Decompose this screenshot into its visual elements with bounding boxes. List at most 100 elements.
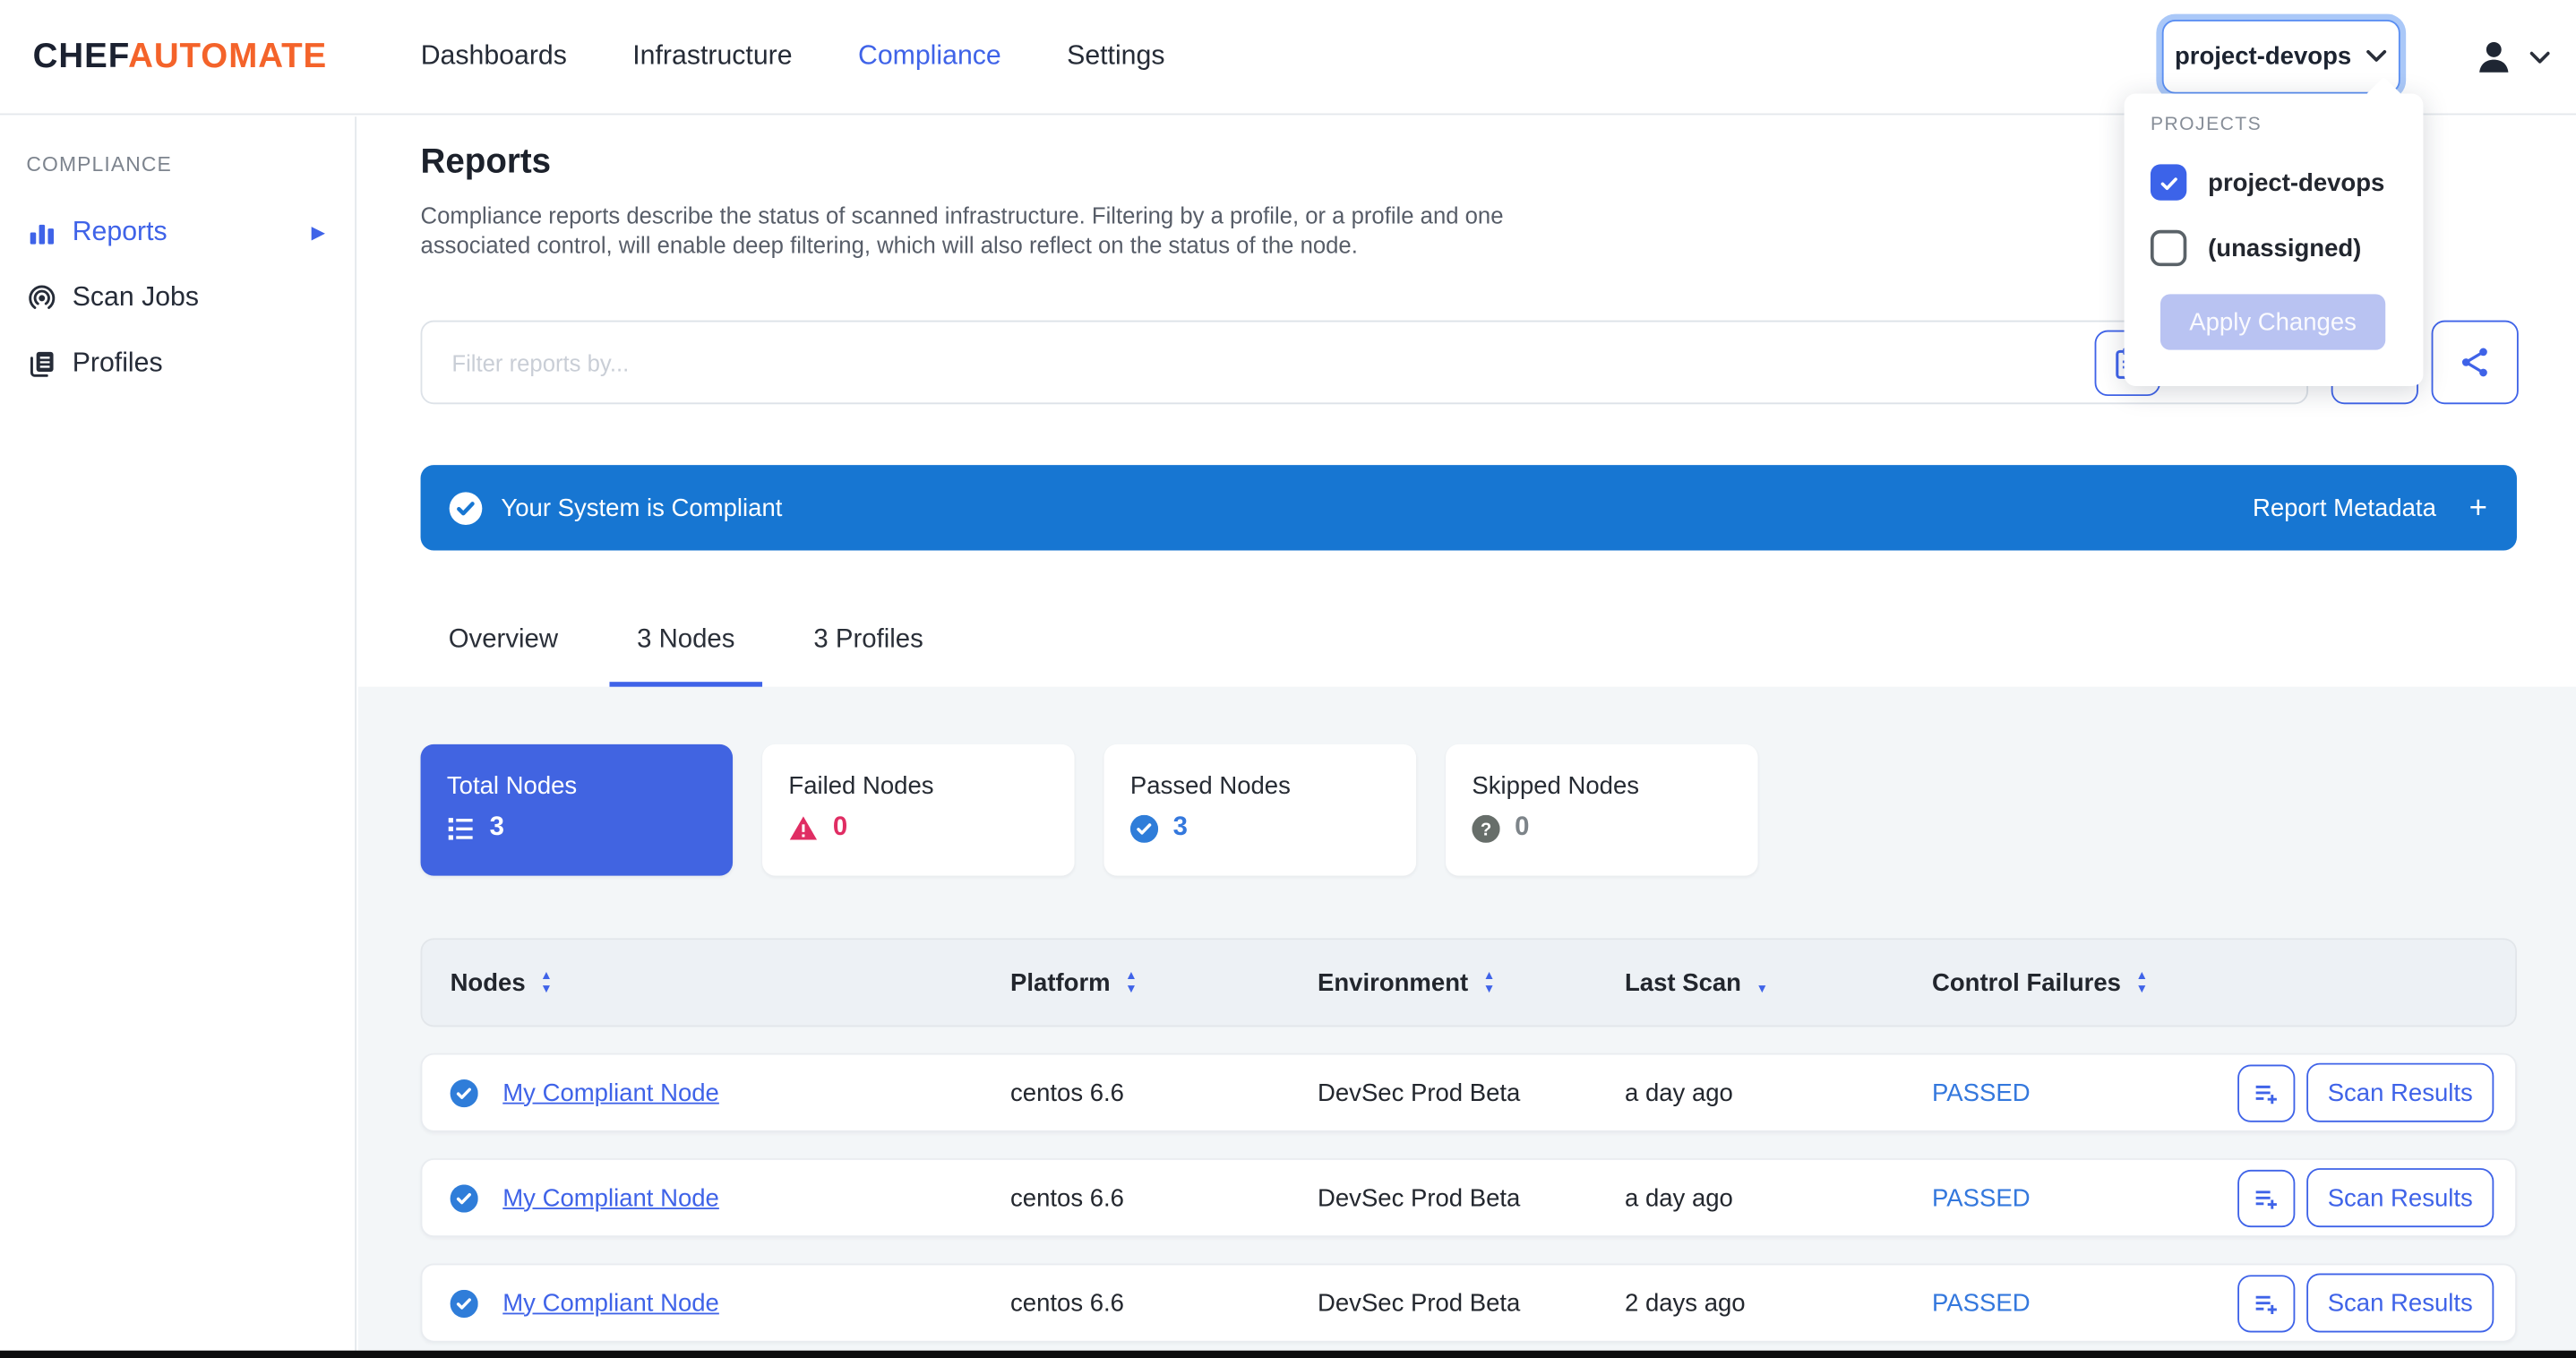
scan-results-button[interactable]: Scan Results [2306,1273,2494,1332]
filter-reports-input[interactable] [421,321,2308,405]
node-link[interactable]: My Compliant Node [502,1289,719,1317]
banner-message: Your System is Compliant [501,494,782,521]
apply-changes-button[interactable]: Apply Changes [2160,294,2385,349]
sidebar-item-profiles[interactable]: Profiles [0,331,355,396]
last-scan-cell: 2 days ago [1625,1289,1932,1317]
report-metadata-label: Report Metadata [2253,494,2436,521]
table-row: My Compliant Node centos 6.6 DevSec Prod… [421,1053,2517,1132]
radar-icon [26,282,57,314]
nav-dashboards[interactable]: Dashboards [421,41,567,73]
node-stat-cards: Total Nodes 3 Failed Nodes 0 [421,744,2514,876]
nav-compliance[interactable]: Compliance [858,41,1001,73]
tab-overview[interactable]: Overview [421,626,587,687]
projects-dropdown-panel: PROJECTS project-devops (unassigned) App… [2125,94,2424,386]
table-row: My Compliant Node centos 6.6 DevSec Prod… [421,1263,2517,1342]
card-title: Skipped Nodes [1472,772,1731,800]
chevron-down-icon [2530,50,2550,64]
checkbox-checked-icon[interactable] [2151,164,2186,200]
playlist-add-icon [2251,1077,2282,1108]
question-circle-icon: ? [1472,814,1499,842]
project-selector-button[interactable]: project-devops [2162,20,2400,94]
sidebar-item-scan-jobs[interactable]: Scan Jobs [0,264,355,330]
sort-icon[interactable]: ▲▼ [2135,970,2148,995]
tab-profiles[interactable]: 3 Profiles [786,626,951,687]
logo-chef: CHEF [33,37,128,74]
report-metadata-toggle[interactable]: Report Metadata + [2253,492,2487,523]
project-option-label: project-devops [2208,168,2384,196]
documents-icon [26,348,57,379]
scan-results-button[interactable]: Scan Results [2306,1168,2494,1227]
failed-nodes-card[interactable]: Failed Nodes 0 [762,744,1074,876]
card-value: 0 [1515,813,1529,843]
page-description: Compliance reports describe the status o… [421,202,1555,260]
sidebar-item-label: Profiles [73,348,163,379]
sidebar-section-heading: COMPLIANCE [0,153,355,176]
nodes-table-header: Nodes ▲▼ Platform ▲▼ Environment ▲▼ Last… [421,938,2517,1027]
sort-icon[interactable]: ▲▼ [1125,970,1138,995]
playlist-add-icon [2251,1287,2282,1319]
column-header-last-scan[interactable]: Last Scan ▼ [1625,968,1932,996]
check-circle-icon [449,491,484,526]
list-icon [447,816,475,841]
sidebar-item-reports[interactable]: Reports ▶ [0,199,355,264]
expand-arrow-icon[interactable]: ▶ [312,221,326,243]
passed-nodes-card[interactable]: Passed Nodes 3 [1104,744,1416,876]
logo-automate: AUTOMATE [128,37,327,74]
report-tabs: Overview 3 Nodes 3 Profiles [421,626,2514,687]
chef-automate-logo[interactable]: CHEFAUTOMATE [33,37,327,76]
last-scan-cell: a day ago [1625,1184,1932,1212]
check-circle-icon [451,1184,478,1212]
add-filter-button[interactable] [2237,1169,2295,1226]
sort-icon[interactable]: ▲▼ [1483,970,1496,995]
node-link[interactable]: My Compliant Node [502,1184,719,1212]
project-option-devops[interactable]: project-devops [2151,164,2400,200]
scan-results-button[interactable]: Scan Results [2306,1063,2494,1122]
playlist-add-icon [2251,1182,2282,1214]
bar-chart-icon [26,216,57,247]
control-failures-status: PASSED [1932,1289,2237,1317]
card-value: 3 [490,813,504,843]
tab-nodes[interactable]: 3 Nodes [609,626,763,687]
control-failures-status: PASSED [1932,1079,2237,1106]
project-selector-label: project-devops [2175,43,2351,71]
compliance-sidebar: COMPLIANCE Reports ▶ Scan Jobs Profiles [0,116,356,1358]
user-avatar-icon [2474,37,2513,76]
platform-cell: centos 6.6 [1010,1184,1318,1212]
environment-cell: DevSec Prod Beta [1318,1289,1625,1317]
nodes-table: Nodes ▲▼ Platform ▲▼ Environment ▲▼ Last… [421,938,2517,1342]
share-icon [2458,345,2493,380]
nav-infrastructure[interactable]: Infrastructure [632,41,792,73]
card-value: 0 [833,813,847,843]
column-header-platform[interactable]: Platform ▲▼ [1010,968,1318,996]
top-navigation: Dashboards Infrastructure Compliance Set… [421,41,1165,73]
environment-cell: DevSec Prod Beta [1318,1184,1625,1212]
column-header-control-failures[interactable]: Control Failures ▲▼ [1932,968,2237,996]
checkbox-unchecked-icon[interactable] [2151,230,2186,266]
node-link[interactable]: My Compliant Node [502,1079,719,1106]
sort-icon[interactable]: ▲▼ [540,970,553,995]
check-circle-icon [451,1079,478,1106]
control-failures-status: PASSED [1932,1184,2237,1212]
column-header-environment[interactable]: Environment ▲▼ [1318,968,1625,996]
skipped-nodes-card[interactable]: Skipped Nodes ? 0 [1446,744,1757,876]
total-nodes-card[interactable]: Total Nodes 3 [421,744,733,876]
projects-dropdown-title: PROJECTS [2151,115,2400,134]
sidebar-item-label: Reports [73,216,167,247]
card-value: 3 [1173,813,1188,843]
add-filter-button[interactable] [2237,1064,2295,1122]
nodes-section: Total Nodes 3 Failed Nodes 0 [358,687,2576,1351]
add-filter-button[interactable] [2237,1274,2295,1331]
sort-desc-icon[interactable]: ▼ [1756,984,1769,994]
user-menu[interactable] [2474,37,2549,76]
project-option-unassigned[interactable]: (unassigned) [2151,230,2400,266]
column-header-nodes[interactable]: Nodes ▲▼ [451,968,1010,996]
share-button[interactable] [2432,321,2519,405]
check-circle-icon [451,1289,478,1317]
nav-settings[interactable]: Settings [1067,41,1164,73]
plus-icon: + [2469,492,2487,523]
card-title: Total Nodes [447,772,707,800]
svg-text:?: ? [1481,819,1491,838]
bottom-edge-bar [0,1351,2576,1358]
sidebar-item-label: Scan Jobs [73,282,199,314]
platform-cell: centos 6.6 [1010,1289,1318,1317]
